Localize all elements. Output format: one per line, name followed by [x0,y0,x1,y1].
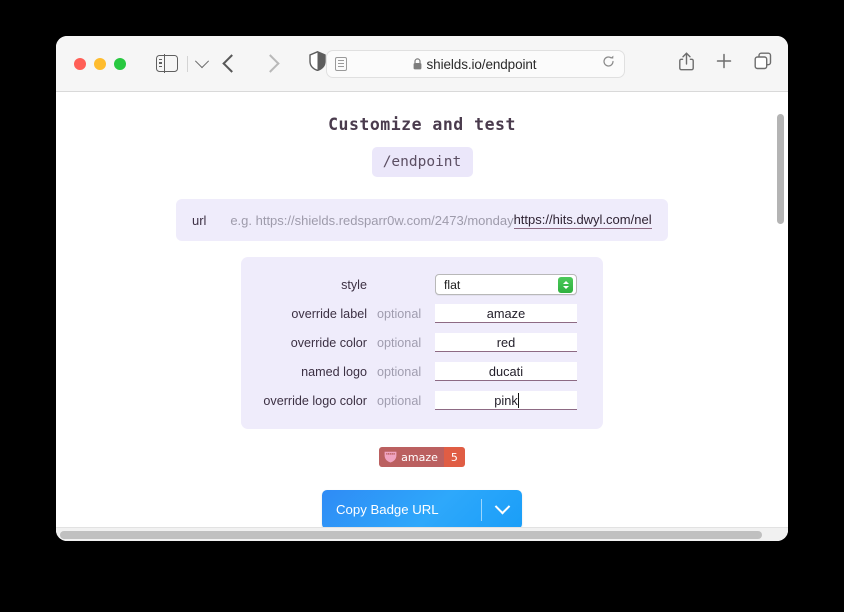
form-row-named-logo: named logo optional [241,357,603,386]
form-field-named-logo [435,362,577,381]
badge-message: 5 [443,447,465,467]
stepper-icon[interactable] [558,276,573,293]
screen: shields.io/endpoint Customize and test /… [0,0,844,612]
badge-preview: amaze 5 [379,447,465,467]
chevron-down-icon [494,498,510,515]
form-field-style: flat [435,274,577,295]
named-logo-input[interactable] [435,362,577,381]
text-caret [517,393,519,408]
badge-label: amaze [401,450,438,464]
form-field-override-label [435,304,577,323]
url-param-placeholder: e.g. https://shields.redsparr0w.com/2473… [230,212,514,228]
form-row-override-color: override color optional [241,328,603,357]
page-viewport: Customize and test /endpoint url e.g. ht… [56,92,788,541]
customize-form-panel: style flat override label optional amaze… [241,257,603,429]
back-arrow-icon[interactable] [222,54,241,73]
form-label-override-logo-color: override logo color [263,393,367,408]
override-logo-color-input[interactable] [435,391,577,410]
share-icon[interactable] [679,52,694,76]
form-row-style: style flat [241,270,603,299]
window-controls [74,57,126,70]
form-row-override-logo-color: override logo color optional [241,386,603,415]
copy-button-dropdown[interactable] [482,498,522,515]
minimize-button[interactable] [94,57,106,70]
form-field-override-color [435,333,577,352]
sidebar-toggle-icon[interactable] [156,54,178,73]
form-field-override-logo-color [435,391,577,410]
browser-toolbar: shields.io/endpoint [56,36,788,92]
copy-badge-url-label: Copy Badge URL [336,502,439,517]
horizontal-scrollbar[interactable] [60,531,762,539]
form-label-override-color: override color [290,335,367,350]
form-label-named-logo: named logo [301,364,367,379]
vertical-scrollbar[interactable] [777,114,784,224]
reader-view-icon[interactable] [335,57,347,71]
url-parameter-row[interactable]: url e.g. https://shields.redsparr0w.com/… [176,199,668,241]
address-bar-center: shields.io/endpoint [347,57,602,72]
lock-icon [413,58,421,70]
new-tab-icon[interactable] [716,53,732,74]
form-row-override-label: override label optional [241,299,603,328]
endpoint-chip: /endpoint [371,147,473,177]
close-button[interactable] [74,57,86,70]
address-bar-url: shields.io/endpoint [426,56,537,72]
url-param-value[interactable]: https://hits.dwyl.com/nelso [513,212,652,229]
ducati-shield-icon [384,451,397,463]
url-param-key: url [192,212,207,228]
form-label-override-label: override label [291,306,367,321]
style-select-value: flat [444,277,461,292]
zoom-button[interactable] [114,57,126,70]
form-optional-override-label: optional [377,306,422,321]
override-color-input[interactable] [435,333,577,352]
form-optional-override-color: optional [377,335,422,350]
shield-icon[interactable] [309,51,326,76]
toolbar-divider [187,55,188,72]
badge-left: amaze [379,447,444,467]
address-bar[interactable]: shields.io/endpoint [326,50,625,78]
forward-arrow-icon [261,54,280,73]
override-label-input[interactable] [435,304,577,323]
form-optional-named-logo: optional [377,364,422,379]
page-title: Customize and test [328,115,516,134]
page-content: Customize and test /endpoint url e.g. ht… [56,92,788,541]
reload-icon[interactable] [602,55,615,73]
horizontal-scrollbar-track[interactable] [56,527,788,541]
toolbar-right-group [679,36,772,91]
form-label-style: style [341,277,367,292]
form-optional-override-logo-color: optional [377,393,422,408]
style-select[interactable]: flat [435,274,577,295]
sidebar-group [126,53,210,73]
copy-badge-url-button[interactable]: Copy Badge URL [322,490,522,529]
tab-overview-icon[interactable] [754,52,772,75]
browser-window: shields.io/endpoint Customize and test /… [56,36,788,541]
chevron-down-icon[interactable] [194,53,210,68]
